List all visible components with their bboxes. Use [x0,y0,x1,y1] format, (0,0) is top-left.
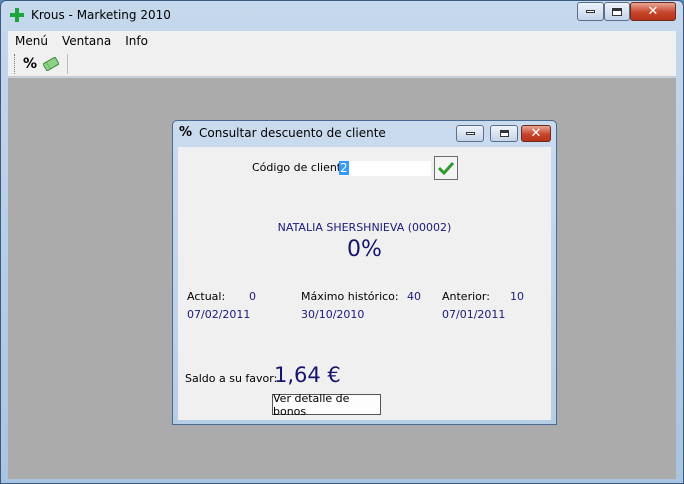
percent-icon: % [179,125,193,140]
anterior-label: Anterior: [442,290,490,303]
menu-item-info[interactable]: Info [118,34,155,48]
toolbar-grip[interactable] [14,54,16,74]
maximize-icon [612,7,622,16]
maximize-button[interactable] [604,2,630,21]
actual-date: 07/02/2011 [187,308,251,321]
close-icon: ✕ [647,4,659,19]
percent-icon[interactable]: % [21,55,39,73]
maximo-value: 40 [407,290,421,303]
ticket-icon[interactable] [42,55,60,73]
maximo-label: Máximo histórico: [301,290,399,303]
dialog-close-button[interactable]: ✕ [521,125,551,142]
dialog-maximize-button[interactable] [490,125,518,142]
client-name: NATALIA SHERSHNIEVA (00002) [277,221,452,234]
view-bonus-detail-button[interactable]: Ver detalle de bonos [272,392,381,418]
toolbar-separator [67,54,68,74]
app-cross-icon [10,8,24,22]
close-icon: ✕ [530,126,542,141]
saldo-label: Saldo a su favor: [185,372,278,385]
dialog-minimize-button[interactable] [456,125,484,142]
close-button[interactable]: ✕ [630,2,676,21]
maximize-icon [499,130,509,137]
actual-value: 0 [249,290,256,303]
menu-bar: Menú Ventana Info [8,31,676,51]
minimize-button[interactable] [577,2,604,21]
client-code-input[interactable]: 2 [339,161,431,176]
dialog-body: Código de cliente 2 NATALIA SHERSHNIEVA … [178,147,551,420]
confirm-button[interactable] [434,156,458,180]
anterior-date: 07/01/2011 [442,308,506,321]
actual-label: Actual: [187,290,226,303]
client-code-label: Código de cliente [252,161,348,174]
minimize-icon [465,132,475,135]
menu-item-menu[interactable]: Menú [8,34,55,48]
minimize-icon [586,10,595,13]
saldo-value: 1,64 € [274,363,341,387]
title-bar[interactable]: Krous - Marketing 2010 ✕ [1,1,683,31]
maximo-date: 30/10/2010 [301,308,365,321]
anterior-value: 10 [510,290,524,303]
dialog-title: Consultar descuento de cliente [199,126,386,140]
toolbar: % [8,51,676,77]
checkmark-icon [438,161,454,175]
discount-dialog: % Consultar descuento de cliente ✕ Códig… [172,120,557,425]
menu-item-ventana[interactable]: Ventana [55,34,118,48]
discount-value: 0% [347,237,382,262]
window-title: Krous - Marketing 2010 [31,8,171,22]
